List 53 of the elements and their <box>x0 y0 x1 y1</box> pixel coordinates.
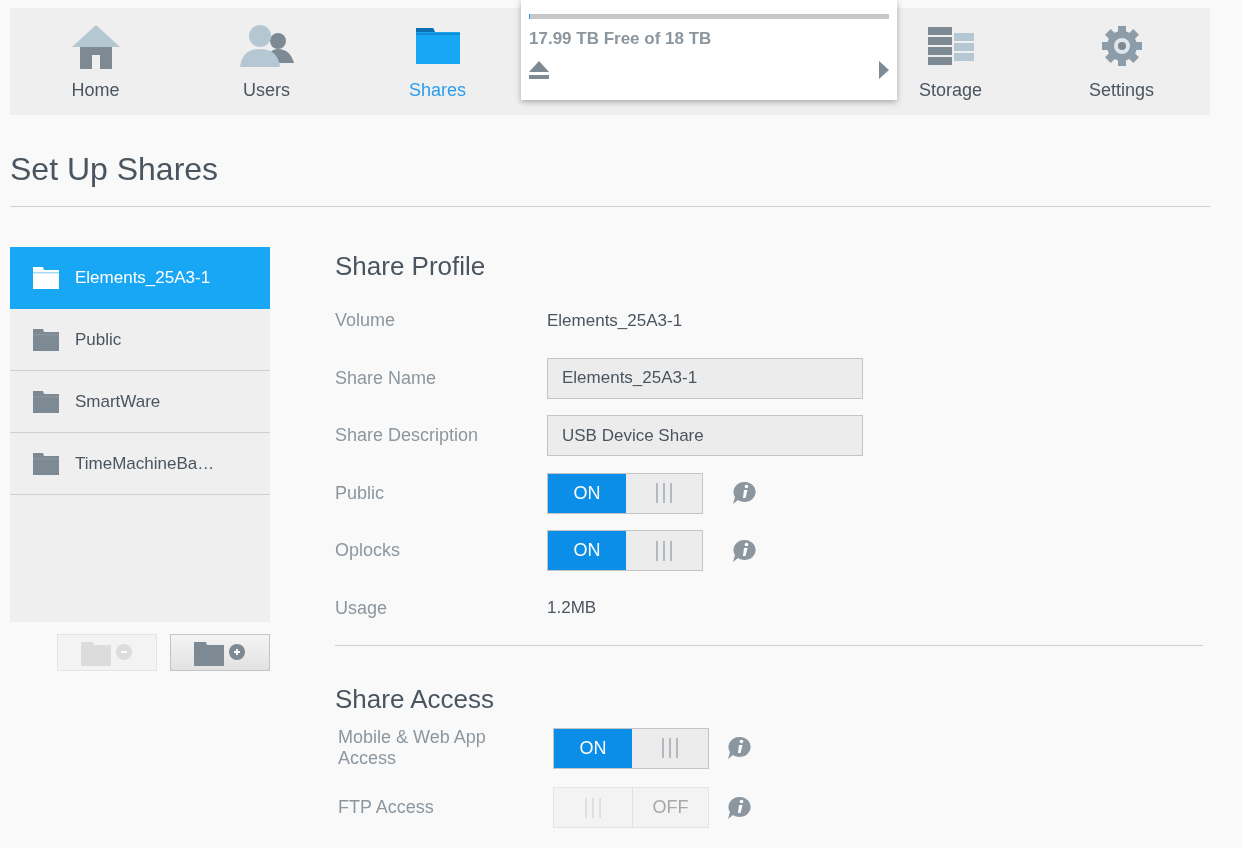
field-label: Share Name <box>335 367 438 389</box>
info-icon[interactable] <box>727 795 753 820</box>
grip-icon <box>655 540 673 561</box>
share-name: Elements_25A3-1 <box>75 267 211 288</box>
share-name: TimeMachineBa… <box>75 453 215 474</box>
info-icon[interactable] <box>732 481 758 505</box>
nav-tab[interactable]: Users <box>181 8 352 115</box>
toggle-switch[interactable]: ON <box>553 727 709 769</box>
on-label: ON <box>548 531 626 570</box>
share-name: Public <box>75 329 122 350</box>
add-share-button[interactable] <box>170 634 270 671</box>
field-label: Mobile & Web App Access <box>337 727 487 769</box>
users-icon <box>237 23 296 69</box>
field-label: Volume <box>335 310 397 331</box>
field-label: Oplocks <box>335 540 402 561</box>
nav-tab[interactable]: Storage <box>865 8 1036 115</box>
eject-icon[interactable] <box>529 61 549 79</box>
folder-icon <box>33 452 59 475</box>
page-title: Set Up Shares <box>9 150 220 189</box>
folder-icon <box>415 28 460 64</box>
nav-tab[interactable]: Settings <box>1036 8 1207 115</box>
field-label: Usage <box>335 597 389 619</box>
folder-icon <box>33 390 59 413</box>
section-title: Share Access <box>335 684 495 715</box>
toggle-switch[interactable]: ON <box>547 472 703 514</box>
section-title: Share Profile <box>335 251 487 282</box>
free-space-text: 17.99 TB Free of 18 TB <box>529 29 713 49</box>
share-name: SmartWare <box>75 391 161 412</box>
field-label: Share Description <box>335 425 480 446</box>
remove-folder-icon <box>81 639 133 666</box>
toggle-switch[interactable]: ON <box>547 530 703 571</box>
on-label: ON <box>548 473 626 513</box>
share-item[interactable]: SmartWare <box>10 371 270 433</box>
share-item[interactable]: Public <box>10 309 270 371</box>
folder-icon <box>33 328 59 351</box>
off-label: OFF <box>632 788 708 827</box>
field-value: 1.2MB <box>547 598 597 618</box>
input-field[interactable]: USB Device Share <box>547 415 863 456</box>
grip-icon <box>661 738 679 758</box>
grip-icon <box>655 483 673 503</box>
on-label: ON <box>554 728 632 768</box>
folder-icon <box>33 266 59 289</box>
info-icon[interactable] <box>732 538 758 563</box>
info-icon[interactable] <box>727 736 753 760</box>
arrow-right-icon[interactable] <box>879 61 889 79</box>
share-item[interactable]: TimeMachineBa… <box>10 433 270 495</box>
field-value: Elements_25A3-1 <box>547 310 683 331</box>
field-label: Public <box>335 482 386 504</box>
field-label: FTP Access <box>337 797 435 818</box>
add-folder-icon <box>194 639 246 666</box>
nav-tab[interactable]: Home <box>10 8 181 115</box>
settings-icon <box>1099 24 1144 68</box>
input-field[interactable]: Elements_25A3-1 <box>547 357 863 399</box>
